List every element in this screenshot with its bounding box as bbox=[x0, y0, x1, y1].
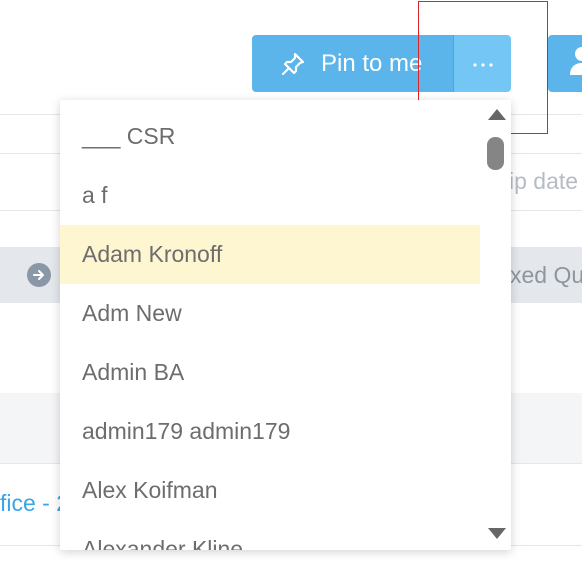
ellipsis-icon bbox=[471, 55, 495, 73]
linked-quote-label: xed Qu bbox=[510, 262, 582, 288]
dropdown-item[interactable]: Admin BA bbox=[60, 343, 480, 402]
pin-to-me-label: Pin to me bbox=[321, 49, 423, 77]
ship-date-column-header[interactable]: ip date bbox=[509, 168, 578, 195]
scrollbar-thumb[interactable] bbox=[487, 137, 504, 170]
pin-to-me-button[interactable]: Pin to me bbox=[252, 35, 453, 92]
dropdown-item[interactable]: ___ CSR bbox=[60, 107, 480, 166]
dropdown-item-highlighted[interactable]: Adam Kronoff bbox=[60, 225, 480, 284]
user-dropdown-menu[interactable]: ___ CSR a f Adam Kronoff Adm New Admin B… bbox=[60, 100, 511, 550]
arrow-right-circle-icon[interactable] bbox=[27, 263, 51, 287]
office-link[interactable]: fice - 2 bbox=[0, 490, 69, 517]
assign-user-button[interactable] bbox=[548, 35, 582, 92]
scroll-down-arrow-icon[interactable] bbox=[488, 528, 506, 539]
scroll-up-arrow-icon[interactable] bbox=[488, 109, 506, 120]
dropdown-list: ___ CSR a f Adam Kronoff Adm New Admin B… bbox=[60, 107, 480, 550]
user-icon bbox=[548, 47, 582, 92]
pushpin-icon bbox=[280, 51, 306, 77]
more-options-button[interactable] bbox=[453, 35, 511, 92]
dropdown-item[interactable]: Alex Koifman bbox=[60, 461, 480, 520]
dropdown-item[interactable]: admin179 admin179 bbox=[60, 402, 480, 461]
dropdown-item[interactable]: a f bbox=[60, 166, 480, 225]
dropdown-item[interactable]: Adm New bbox=[60, 284, 480, 343]
dropdown-scrollbar[interactable] bbox=[480, 100, 511, 550]
pin-button-group: Pin to me bbox=[252, 35, 511, 92]
dropdown-item[interactable]: Alexander Kline bbox=[60, 520, 480, 550]
